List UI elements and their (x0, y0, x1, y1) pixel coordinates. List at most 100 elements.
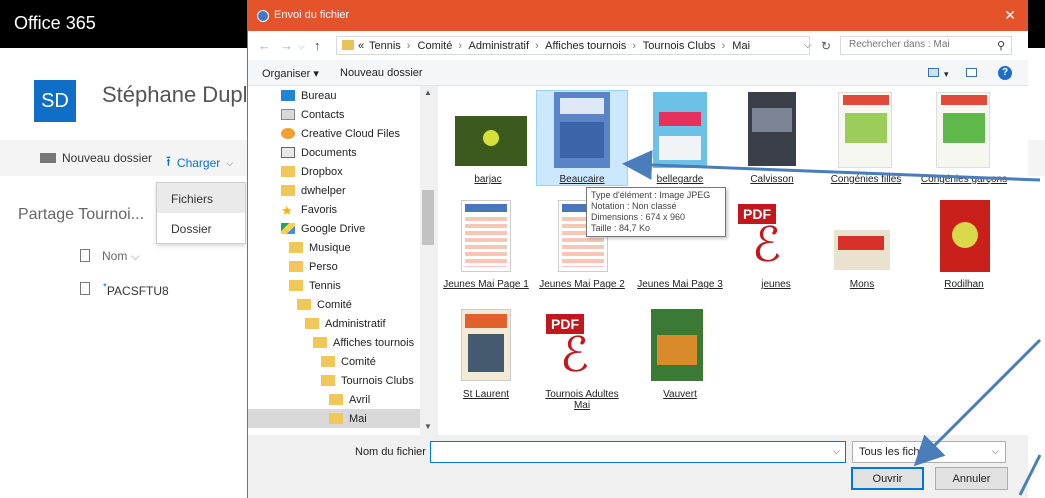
nav-item-creative-cloud[interactable]: Creative Cloud Files (281, 124, 400, 143)
file-thumbnail[interactable] (554, 92, 610, 168)
search-box[interactable]: ⚲ (840, 36, 1012, 55)
nav-item-bureau[interactable]: Bureau (281, 86, 336, 105)
file-name[interactable]: barjac (442, 174, 534, 185)
chevron-down-icon[interactable]: ⌵ (833, 446, 840, 457)
nav-item-administratif[interactable]: Administratif (305, 314, 386, 333)
nav-item-tournois-clubs[interactable]: Tournois Clubs (321, 371, 414, 390)
file-thumbnail[interactable] (461, 309, 511, 381)
file-name[interactable]: Rodilhan (918, 279, 1010, 290)
preview-pane-icon[interactable] (966, 68, 977, 77)
nav-item-musique[interactable]: Musique (289, 238, 351, 257)
breadcrumb-item[interactable]: Affiches tournois (545, 40, 626, 52)
recent-locations-icon[interactable]: ⌵ (298, 41, 305, 52)
google-drive-icon (281, 223, 295, 234)
nav-item-favoris[interactable]: ★ Favoris (281, 200, 337, 219)
chevron-down-icon[interactable]: ⌵ (804, 40, 812, 51)
breadcrumb-item[interactable]: Mai (732, 40, 750, 52)
search-icon[interactable]: ⚲ (997, 39, 1005, 52)
site-name[interactable]: Stéphane Dupli (102, 82, 252, 108)
scroll-down-icon[interactable]: ▼ (424, 422, 432, 431)
breadcrumb-item[interactable]: Tennis (369, 40, 401, 52)
list-header-name[interactable]: Nom ⌵ (102, 249, 140, 264)
nav-item-comite-sub[interactable]: Comité (321, 352, 376, 371)
nav-scrollbar[interactable]: ▲ ▼ (420, 86, 437, 435)
forward-arrow-icon[interactable]: → (280, 38, 293, 53)
file-thumbnail[interactable] (653, 92, 707, 168)
nav-item-documents[interactable]: Documents (281, 143, 357, 162)
chevron-right-icon: › (406, 40, 411, 52)
file-name[interactable]: Vauvert (634, 389, 726, 400)
nav-item-comite[interactable]: Comité (297, 295, 352, 314)
tooltip-rating: Notation : Non classé (591, 201, 677, 211)
scroll-up-icon[interactable]: ▲ (424, 88, 432, 97)
nav-item-dwhelper[interactable]: dwhelper (281, 181, 346, 200)
document-icon (80, 249, 90, 262)
nav-item-dropbox[interactable]: Dropbox (281, 162, 343, 181)
file-thumbnail[interactable] (461, 200, 511, 272)
folder-icon (321, 375, 335, 386)
upload-command[interactable]: ⭱ Charger ⌵ (166, 151, 233, 175)
file-thumbnail[interactable] (834, 230, 890, 270)
filename-label: Nom du fichier : (355, 446, 433, 458)
file-name[interactable]: Jeunes Mai Page 2 (536, 279, 628, 290)
file-thumbnail[interactable] (936, 92, 990, 168)
upload-menu: Fichiers Dossier (156, 182, 246, 244)
nav-item-contacts[interactable]: Contacts (281, 105, 344, 124)
breadcrumb-item[interactable]: Tournois Clubs (643, 40, 716, 52)
pdf-file-icon[interactable]: PDF ℰ (738, 204, 798, 274)
organize-button[interactable]: Organiser ▾ (262, 67, 319, 80)
nav-item-avril[interactable]: Avril (329, 390, 370, 409)
file-tooltip: Type d'élément : Image JPEG Notation : N… (586, 187, 726, 237)
browser-icon (257, 10, 269, 22)
nav-item-tennis[interactable]: Tennis (289, 276, 341, 295)
file-name[interactable]: bellegarde (634, 174, 726, 185)
new-folder-button[interactable]: Nouveau dossier (340, 67, 423, 79)
open-button[interactable]: Ouvrir (851, 467, 924, 490)
file-name[interactable]: Congénies garçons (918, 174, 1010, 185)
pdf-file-icon[interactable]: PDF ℰ (546, 314, 606, 384)
breadcrumb-item[interactable]: Comité (418, 40, 453, 52)
file-name[interactable]: Jeunes Mai Page 3 (634, 279, 726, 290)
file-name[interactable]: St Laurent (440, 389, 532, 400)
file-name[interactable]: Mons (816, 279, 908, 290)
nav-item-perso[interactable]: Perso (289, 257, 338, 276)
file-name[interactable]: Calvisson (726, 174, 818, 185)
breadcrumb: « Tennis › Comité › Administratif › Affiche… (358, 40, 752, 52)
upload-menu-files[interactable]: Fichiers (157, 183, 245, 213)
breadcrumb-item[interactable]: Administratif (468, 40, 529, 52)
nav-item-google-drive[interactable]: Google Drive (281, 219, 365, 238)
desktop-icon (281, 90, 295, 101)
upload-menu-folder[interactable]: Dossier (157, 213, 245, 243)
chevron-down-icon[interactable]: ▾ (944, 69, 949, 80)
file-name[interactable]: Congénies filles (820, 174, 912, 185)
search-input[interactable] (849, 39, 989, 50)
back-arrow-icon[interactable]: ← (258, 38, 271, 53)
file-thumbnail[interactable] (455, 116, 527, 166)
folder-icon (289, 261, 303, 272)
file-name[interactable]: Tournois Adultes Mai (536, 389, 628, 411)
file-thumbnail[interactable] (651, 309, 703, 381)
help-icon[interactable]: ? (998, 66, 1012, 80)
nav-item-mai[interactable]: Mai (248, 409, 420, 428)
file-thumbnail[interactable] (838, 92, 892, 168)
file-name[interactable]: Beaucaire (536, 174, 628, 185)
filename-field[interactable] (430, 441, 846, 463)
up-arrow-icon[interactable]: ↑ (314, 38, 321, 53)
file-name[interactable]: Jeunes Mai Page 1 (440, 279, 532, 290)
scrollbar-thumb[interactable] (422, 190, 434, 245)
file-thumbnail[interactable] (940, 200, 990, 272)
file-name[interactable]: jeunes (730, 279, 822, 290)
nav-item-affiches-tournois[interactable]: Affiches tournois (313, 333, 414, 352)
file-thumbnail[interactable] (748, 92, 796, 166)
new-folder-command[interactable]: Nouveau dossier (40, 151, 152, 165)
folder-icon (305, 318, 319, 329)
view-options-icon[interactable] (928, 68, 939, 77)
close-icon[interactable]: ✕ (1004, 7, 1016, 24)
office-brand[interactable]: Office 365 (14, 13, 96, 34)
list-item[interactable]: *PACSFTU8 (103, 282, 169, 298)
breadcrumb-overflow[interactable]: « (358, 40, 364, 52)
document-icon (80, 282, 90, 295)
refresh-icon[interactable]: ↻ (821, 39, 831, 53)
filetype-select[interactable]: Tous les fichiers ⌵ (852, 441, 1006, 463)
cancel-button[interactable]: Annuler (935, 467, 1008, 490)
